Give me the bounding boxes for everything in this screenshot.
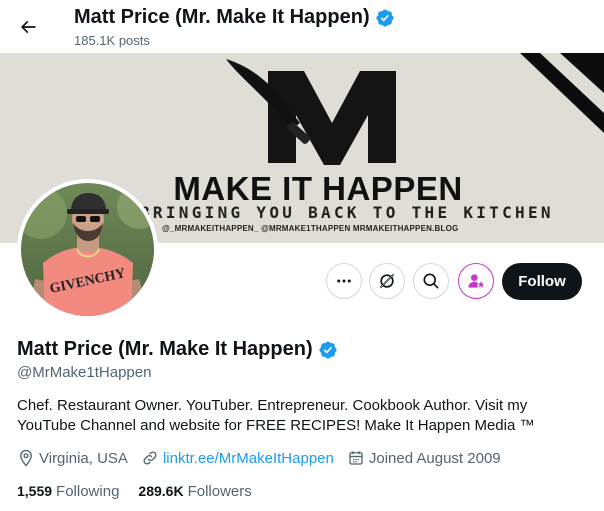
profile-meta: Virginia, USA linktr.ee/MrMakeItHappen J… [17,449,514,467]
header-name: Matt Price (Mr. Make It Happen) [74,6,370,28]
following-label: Following [56,483,120,500]
location-item: Virginia, USA [17,449,128,467]
profile-bio: Chef. Restaurant Owner. YouTuber. Entrep… [17,397,535,434]
more-icon [337,279,351,283]
verified-badge-icon [376,8,394,27]
more-button[interactable] [326,263,362,299]
follow-button[interactable]: Follow [502,263,582,300]
back-arrow-icon [20,20,36,34]
verified-badge-icon[interactable] [318,340,338,360]
following-link[interactable]: 1,559 Following [17,483,119,500]
joined-item: Joined August 2009 [347,449,501,467]
top-bar: Matt Price (Mr. Make It Happen) 185.1K p… [0,0,604,53]
profile-name: Matt Price (Mr. Make It Happen) [17,338,313,360]
banner-tagline: BRINGING YOU BACK TO THE KITCHEN [140,203,554,222]
followers-label: Followers [187,483,252,500]
grok-icon [379,273,395,289]
search-profile-button[interactable] [413,263,449,299]
profile-name-row: Matt Price (Mr. Make It Happen) [17,338,338,361]
location-icon [20,449,32,467]
subscribe-icon [468,274,485,288]
website-item[interactable]: linktr.ee/MrMakeItHappen [141,449,334,467]
link-icon [143,451,157,465]
avatar-photo: GIVENCHY [21,183,154,316]
followers-count: 289.6K [138,483,184,499]
header-name-row: Matt Price (Mr. Make It Happen) [74,6,395,29]
grok-button[interactable] [369,263,405,299]
profile-handle: @MrMake1tHappen [17,364,152,381]
search-icon [423,273,439,289]
subscribe-button[interactable] [458,263,494,299]
back-button[interactable] [11,10,45,44]
banner-socials: @_MRMAKEITHAPPEN_ @MRMAKE1THAPPEN MRMAKE… [162,224,459,233]
website-link[interactable]: linktr.ee/MrMakeItHappen [163,450,334,467]
location-text: Virginia, USA [39,449,128,467]
profile-stats: 1,559 Following 289.6K Followers [17,483,271,500]
calendar-icon [349,451,363,465]
followers-link[interactable]: 289.6K Followers [138,483,251,500]
joined-text: Joined August 2009 [368,449,501,467]
header-post-count: 185.1K posts [74,33,150,48]
following-count: 1,559 [17,483,53,499]
profile-avatar[interactable]: GIVENCHY [17,179,158,320]
